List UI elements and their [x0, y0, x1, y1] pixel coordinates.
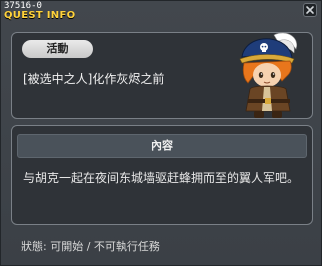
close-icon — [306, 6, 314, 14]
npc-portrait — [239, 32, 297, 118]
quest-content-panel: 內容 与胡克一起在夜间东城墙驱赶蜂拥而至的翼人军吧。 — [11, 125, 313, 225]
quest-description: 与胡克一起在夜间东城墙驱赶蜂拥而至的翼人军吧。 — [23, 171, 300, 185]
content-section-header: 內容 — [17, 134, 307, 158]
quest-status: 狀態: 可開始 / 不可執行任務 — [21, 240, 160, 253]
window-title: QUEST INFO — [4, 10, 76, 21]
quest-info-window: 37516-0 QUEST INFO 活動 [被选中之人]化作灰烬之前 內容 与… — [0, 0, 322, 266]
quest-type-badge: 活動 — [22, 40, 93, 58]
quest-name: [被选中之人]化作灰烬之前 — [23, 72, 165, 86]
quest-summary-panel: 活動 [被选中之人]化作灰烬之前 — [11, 32, 313, 119]
close-button[interactable] — [303, 3, 317, 17]
